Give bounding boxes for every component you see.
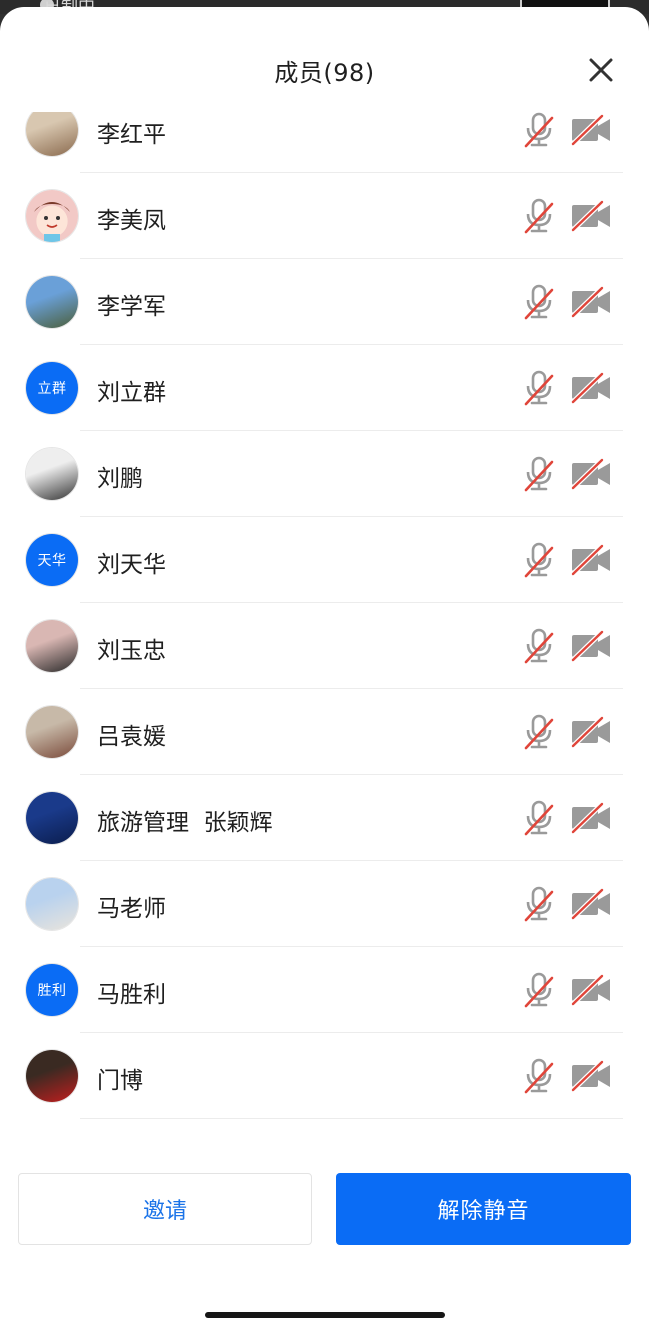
camera-off-icon[interactable] — [570, 285, 612, 319]
avatar — [26, 620, 78, 672]
avatar — [26, 878, 78, 930]
mic-muted-icon[interactable] — [522, 886, 556, 922]
close-button[interactable] — [584, 53, 618, 87]
avatar: 天华 — [26, 534, 78, 586]
camera-off-icon[interactable] — [570, 887, 612, 921]
avatar — [26, 792, 78, 844]
member-name: 旅游管理 张颖辉 — [97, 810, 273, 836]
camera-off-icon[interactable] — [570, 543, 612, 577]
mic-muted-icon[interactable] — [522, 198, 556, 234]
camera-off-icon[interactable] — [570, 1059, 612, 1093]
avatar-initials: 立群 — [37, 381, 67, 397]
member-row[interactable]: 李美凤 — [0, 173, 649, 259]
avatar — [26, 190, 78, 242]
member-name: 马胜利 — [97, 982, 166, 1008]
member-row[interactable]: 李学军 — [0, 259, 649, 345]
camera-off-icon[interactable] — [570, 199, 612, 233]
member-name: 刘鹏 — [97, 466, 143, 492]
member-name: 李学军 — [97, 294, 166, 320]
member-name: 李美凤 — [97, 208, 166, 234]
member-name: 刘立群 — [97, 380, 166, 406]
avatar-initials: 天华 — [37, 553, 67, 569]
avatar — [26, 276, 78, 328]
member-name: 李红平 — [97, 122, 166, 148]
member-row[interactable]: 李红平 — [0, 112, 649, 173]
avatar — [26, 1050, 78, 1102]
row-divider — [80, 1118, 623, 1119]
avatar — [26, 112, 78, 156]
member-row[interactable]: 门博 — [0, 1033, 649, 1119]
home-indicator[interactable] — [205, 1312, 445, 1318]
mic-muted-icon[interactable] — [522, 972, 556, 1008]
member-row[interactable]: 立群 刘立群 — [0, 345, 649, 431]
camera-off-icon[interactable] — [570, 973, 612, 1007]
mic-muted-icon[interactable] — [522, 800, 556, 836]
member-name: 刘玉忠 — [97, 638, 166, 664]
sheet-header: 成员(98) — [0, 7, 649, 117]
camera-off-icon[interactable] — [570, 457, 612, 491]
avatar: 立群 — [26, 362, 78, 414]
invite-button[interactable]: 邀请 — [18, 1173, 312, 1245]
unmute-all-button[interactable]: 解除静音 — [336, 1173, 631, 1245]
avatar-initials: 胜利 — [37, 983, 67, 999]
member-list[interactable]: 李红平李美凤李学军立群 刘立群刘鹏天华 刘天华刘玉忠吕袁媛旅游管理 张颖辉 马老师胜利… — [0, 112, 649, 1152]
avatar — [26, 448, 78, 500]
mic-muted-icon[interactable] — [522, 1058, 556, 1094]
member-row[interactable]: 胜利 马胜利 — [0, 947, 649, 1033]
member-name: 马老师 — [97, 896, 166, 922]
member-row[interactable]: 刘玉忠 — [0, 603, 649, 689]
mic-muted-icon[interactable] — [522, 542, 556, 578]
mic-muted-icon[interactable] — [522, 370, 556, 406]
avatar — [26, 706, 78, 758]
member-row[interactable]: 刘鹏 — [0, 431, 649, 517]
member-row[interactable]: 马老师 — [0, 861, 649, 947]
camera-off-icon[interactable] — [570, 113, 612, 147]
camera-off-icon[interactable] — [570, 801, 612, 835]
camera-off-icon[interactable] — [570, 715, 612, 749]
camera-off-icon[interactable] — [570, 371, 612, 405]
member-row[interactable]: 吕袁媛 — [0, 689, 649, 775]
camera-off-icon[interactable] — [570, 629, 612, 663]
close-icon — [589, 58, 613, 82]
mic-muted-icon[interactable] — [522, 628, 556, 664]
sheet-footer: 邀请 解除静音 — [0, 1152, 649, 1328]
member-name: 吕袁媛 — [97, 724, 166, 750]
mic-muted-icon[interactable] — [522, 284, 556, 320]
members-sheet: 成员(98) 李红平李美凤李学军立群 刘立群刘鹏天华 刘天华刘玉忠吕袁媛旅游管理 张… — [0, 7, 649, 1328]
member-name: 刘天华 — [97, 552, 166, 578]
member-name: 门博 — [97, 1068, 143, 1094]
avatar: 胜利 — [26, 964, 78, 1016]
member-row[interactable]: 旅游管理 张颖辉 — [0, 775, 649, 861]
mic-muted-icon[interactable] — [522, 714, 556, 750]
member-row[interactable]: 天华 刘天华 — [0, 517, 649, 603]
mic-muted-icon[interactable] — [522, 456, 556, 492]
mic-muted-icon[interactable] — [522, 112, 556, 148]
page-title: 成员(98) — [274, 59, 375, 87]
